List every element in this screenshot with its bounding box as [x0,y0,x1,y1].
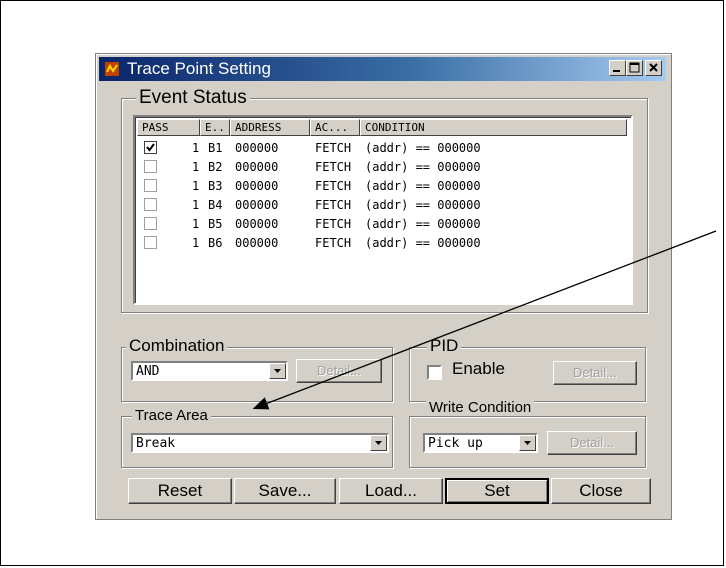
event-name: B1 [208,141,223,155]
event-status-legend: Event Status [136,87,250,109]
title-bar[interactable]: Trace Point Setting [99,57,666,81]
trace-area-select[interactable]: Break [131,433,389,453]
save-button[interactable]: Save... [234,478,336,504]
table-row[interactable]: 1 B5 000000 FETCH (addr) == 000000 [137,214,627,233]
checkmark-icon [146,143,155,152]
pass-count: 1 [192,179,200,193]
combination-detail-button[interactable]: Detail... [296,359,382,383]
write-condition-legend: Write Condition [426,399,535,416]
set-button[interactable]: Set [445,478,549,504]
column-header-access[interactable]: AC... [310,119,360,136]
column-header-address[interactable]: ADDRESS [230,119,310,136]
pass-count: 1 [192,198,200,212]
table-row[interactable]: 1 B3 000000 FETCH (addr) == 000000 [137,176,627,195]
close-button[interactable]: Close [551,478,651,504]
pass-checkbox[interactable] [144,198,157,211]
write-condition-select[interactable]: Pick up [423,433,538,453]
pass-count: 1 [192,236,200,250]
combination-select[interactable]: AND [131,361,288,381]
event-access: FETCH [315,217,352,231]
event-access: FETCH [315,179,352,193]
minimize-icon[interactable] [609,60,626,76]
pass-count: 1 [192,160,200,174]
event-access: FETCH [315,160,352,174]
write-condition-detail-button[interactable]: Detail... [547,431,637,455]
event-access: FETCH [315,236,352,250]
pass-count: 1 [192,217,200,231]
event-condition: (addr) == 000000 [365,198,481,212]
event-name: B4 [208,198,223,212]
chevron-down-icon[interactable] [269,363,286,379]
event-list[interactable]: PASS E.. ADDRESS AC... CONDITION 1 B1 0000… [133,115,633,305]
chevron-down-icon[interactable] [370,435,387,451]
table-row[interactable]: 1 B4 000000 FETCH (addr) == 000000 [137,195,627,214]
event-address: 000000 [235,217,279,231]
load-button[interactable]: Load... [339,478,443,504]
event-address: 000000 [235,141,279,155]
event-address: 000000 [235,198,279,212]
pid-detail-button[interactable]: Detail... [553,361,637,385]
pass-checkbox[interactable] [144,141,157,154]
trace-area-legend: Trace Area [132,407,211,424]
maximize-icon[interactable] [626,60,643,76]
pid-legend: PID [427,336,462,356]
chevron-down-icon[interactable] [519,435,536,451]
close-icon[interactable] [645,60,662,76]
pass-checkbox[interactable] [144,160,157,173]
event-condition: (addr) == 000000 [365,141,481,155]
window-title: Trace Point Setting [127,59,271,78]
trace-area-value: Break [136,436,176,451]
pass-checkbox[interactable] [144,217,157,230]
pid-enable-checkbox[interactable] [427,365,442,380]
event-name: B6 [208,236,223,250]
pass-count: 1 [192,141,200,155]
event-address: 000000 [235,236,279,250]
table-row[interactable]: 1 B6 000000 FETCH (addr) == 000000 [137,233,627,252]
event-address: 000000 [235,179,279,193]
pid-enable-label: Enable [452,359,505,378]
event-condition: (addr) == 000000 [365,217,481,231]
combination-legend: Combination [126,336,228,356]
event-condition: (addr) == 000000 [365,179,481,193]
pass-checkbox[interactable] [144,236,157,249]
pass-checkbox[interactable] [144,179,157,192]
event-condition: (addr) == 000000 [365,160,481,174]
column-header-condition[interactable]: CONDITION [360,119,627,136]
event-name: B5 [208,217,223,231]
event-name: B3 [208,179,223,193]
reset-button[interactable]: Reset [128,478,232,504]
table-row[interactable]: 1 B1 000000 FETCH (addr) == 000000 [137,138,627,157]
event-name: B2 [208,160,223,174]
event-address: 000000 [235,160,279,174]
trace-point-setting-dialog: Trace Point Setting Event Status PASS E.… [95,53,672,520]
column-header-pass[interactable]: PASS [137,119,200,136]
event-access: FETCH [315,198,352,212]
combination-value: AND [136,364,160,379]
column-header-event[interactable]: E.. [200,119,230,136]
event-condition: (addr) == 000000 [365,236,481,250]
write-condition-value: Pick up [428,436,483,451]
table-row[interactable]: 1 B2 000000 FETCH (addr) == 000000 [137,157,627,176]
app-icon [105,62,119,76]
event-access: FETCH [315,141,352,155]
